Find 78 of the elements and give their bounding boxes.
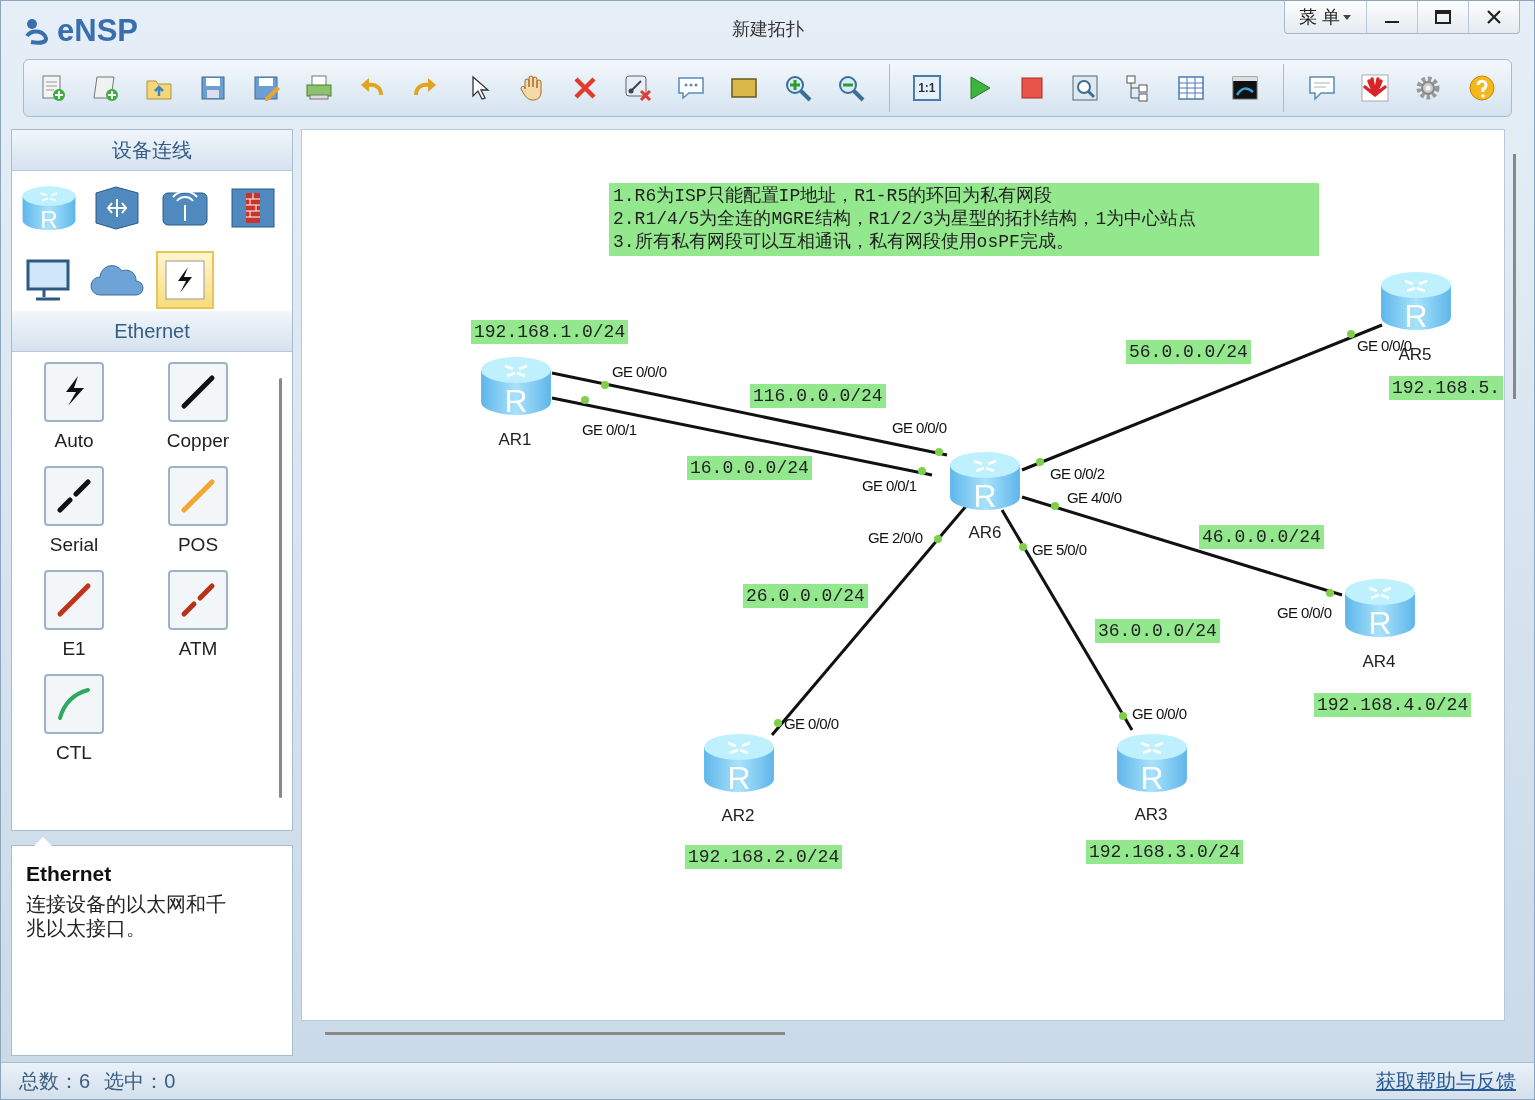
status-text: 总数：6: [19, 1068, 91, 1094]
network-label[interactable]: 26.0.0.0/24: [743, 584, 868, 608]
cable-icon[interactable]: [44, 362, 104, 422]
port-label: GE 0/0/0: [1277, 605, 1332, 620]
network-label[interactable]: 16.0.0.0/24: [687, 456, 812, 480]
network-label[interactable]: 192.168.2.0/24: [685, 845, 843, 869]
cable-icon[interactable]: [44, 466, 104, 526]
device-label: AR3: [1134, 805, 1168, 825]
chat-icon[interactable]: [1307, 73, 1338, 103]
grid-icon[interactable]: [1176, 73, 1207, 103]
port-label: GE 0/0/1: [862, 478, 917, 493]
cable-icon[interactable]: [168, 362, 228, 422]
port-dot: [1326, 589, 1334, 597]
network-label[interactable]: 116.0.0.0/24: [750, 384, 886, 408]
port-label: GE 4/0/0: [1067, 490, 1122, 505]
scrollbar[interactable]: [279, 378, 282, 798]
note-text: 3.所有私有网段可以互相通讯，私有网段使用osPF完成。: [613, 231, 1075, 254]
network-label[interactable]: 192.168.3.0/24: [1086, 840, 1244, 864]
port-dot: [918, 467, 926, 475]
close-icon[interactable]: [1486, 9, 1502, 25]
port-label: GE 0/0/0: [1132, 706, 1187, 721]
device-label: AR1: [498, 430, 532, 450]
network-label[interactable]: 36.0.0.0/24: [1095, 619, 1220, 643]
app-name: eNSP: [57, 13, 138, 49]
terminal-icon[interactable]: [1229, 73, 1260, 103]
actual-size-icon[interactable]: 1:1: [913, 75, 941, 101]
network-label[interactable]: 192.168.4.0/24: [1314, 693, 1472, 717]
caret-icon[interactable]: [1342, 13, 1352, 21]
device-category[interactable]: [156, 251, 214, 309]
maximize-icon[interactable]: [1435, 9, 1451, 25]
network-label[interactable]: 192.168.5.: [1389, 376, 1504, 400]
note-text: 1.R6为ISP只能配置IP地址，R1-R5的环回为私有网段: [613, 185, 1054, 208]
description-title: Ethernet: [26, 862, 113, 886]
description-text: 连接设备的以太网和千兆以太接口。: [26, 892, 227, 940]
cable-label[interactable]: E1: [62, 638, 86, 660]
port-label: GE 0/0/1: [582, 422, 637, 437]
port-dot: [601, 381, 609, 389]
cable-label[interactable]: POS: [177, 534, 219, 556]
cable-label[interactable]: Copper: [166, 430, 230, 452]
port-dot: [774, 719, 782, 727]
cable-label[interactable]: Serial: [49, 534, 99, 556]
port-label: GE 0/0/0: [612, 364, 667, 379]
note-text: 2.R1/4/5为全连的MGRE结构，R1/2/3为星型的拓扑结构，1为中心站点: [613, 208, 1198, 231]
port-dot: [934, 535, 942, 543]
scrollbar[interactable]: [1513, 154, 1516, 399]
help-icon[interactable]: [1466, 73, 1497, 103]
cable-label[interactable]: Auto: [54, 430, 94, 452]
unlink-icon[interactable]: [623, 73, 654, 103]
panel-header: 设备连线: [12, 130, 292, 171]
device-label: AR4: [1362, 652, 1396, 672]
port-label: GE 2/0/0: [868, 530, 923, 545]
port-dot: [1119, 712, 1127, 720]
capture-icon[interactable]: [1070, 73, 1101, 103]
port-label: GE 0/0/2: [1050, 466, 1105, 481]
flower-icon[interactable]: [1360, 73, 1391, 103]
port-label: GE 5/0/0: [1032, 542, 1087, 557]
port-dot: [935, 448, 943, 456]
printer-icon[interactable]: [303, 73, 334, 103]
help-link[interactable]: 获取帮助与反馈: [1376, 1067, 1516, 1095]
cable-label[interactable]: CTL: [56, 742, 92, 764]
port-dot: [581, 396, 589, 404]
port-label: GE 0/0/0: [784, 716, 839, 731]
note-box[interactable]: 1.R6为ISP只能配置IP地址，R1-R5的环回为私有网段 2.R1/4/5为全连的MGRE结构，R1/2/3为星型的拓扑结构，1为中心站点 3.所有私有网段可以互相通讯，私有网段使用osPF完成。: [609, 183, 1319, 256]
port-dot: [1019, 543, 1027, 551]
status-text: 选中：0: [104, 1068, 176, 1094]
network-label[interactable]: 56.0.0.0/24: [1126, 340, 1251, 364]
port-label: GE 0/0/0: [892, 420, 947, 435]
device-label: AR2: [721, 806, 755, 826]
cable-label[interactable]: ATM: [178, 638, 218, 660]
port-dot: [1347, 330, 1355, 338]
port-dot: [1036, 458, 1044, 466]
network-label[interactable]: 46.0.0.0/24: [1199, 525, 1324, 549]
device-label: AR6: [968, 523, 1002, 543]
network-label[interactable]: 192.168.1.0/24: [471, 320, 629, 344]
port-dot: [1051, 502, 1059, 510]
category-header: Ethernet: [12, 311, 292, 352]
scrollbar[interactable]: [325, 1032, 785, 1035]
window-title: 新建拓扑: [731, 19, 804, 39]
